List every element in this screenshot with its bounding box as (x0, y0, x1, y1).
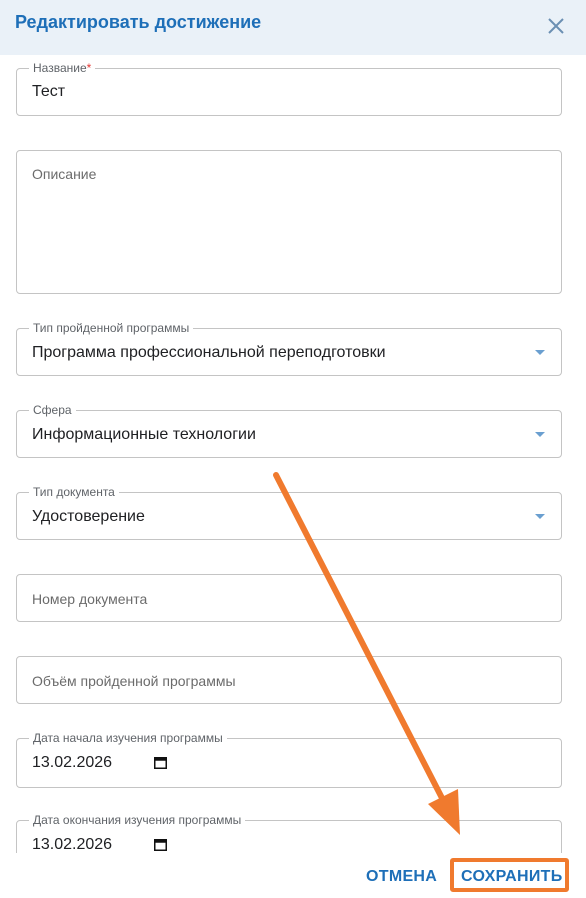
sphere-label: Сфера (29, 403, 76, 417)
sphere-value: Информационные технологии (32, 426, 256, 443)
description-placeholder: Описание (32, 166, 97, 182)
calendar-icon[interactable] (154, 756, 167, 769)
dialog-header: Редактировать достижение (0, 0, 586, 55)
cancel-button[interactable]: ОТМЕНА (366, 868, 437, 886)
program-type-select[interactable]: Тип пройденной программы Программа профе… (16, 321, 562, 376)
name-value[interactable]: Тест (32, 83, 65, 101)
document-type-select[interactable]: Тип документа Удостоверение (16, 485, 562, 540)
end-date-field[interactable]: Дата окончания изучения программы 13.02.… (16, 813, 562, 853)
program-volume-placeholder: Объём пройденной программы (32, 673, 236, 689)
end-date-value[interactable]: 13.02.2026 (32, 836, 112, 853)
description-field[interactable]: Описание (16, 150, 562, 294)
calendar-icon[interactable] (154, 838, 167, 851)
start-date-label: Дата начала изучения программы (29, 731, 227, 745)
program-type-label: Тип пройденной программы (29, 321, 194, 335)
edit-achievement-dialog: Редактировать достижение Название* Тест … (0, 0, 586, 898)
document-type-label: Тип документа (29, 485, 119, 499)
document-number-field[interactable]: Номер документа (16, 574, 562, 622)
sphere-select[interactable]: Сфера Информационные технологии (16, 403, 562, 458)
program-type-value: Программа профессиональной переподготовк… (32, 344, 386, 361)
end-date-label: Дата окончания изучения программы (29, 813, 246, 827)
document-number-placeholder: Номер документа (32, 591, 148, 607)
name-field[interactable]: Название* Тест (16, 61, 562, 116)
chevron-down-icon[interactable] (535, 432, 545, 437)
chevron-down-icon[interactable] (535, 514, 545, 519)
name-label: Название* (29, 61, 96, 75)
start-date-field[interactable]: Дата начала изучения программы 13.02.202… (16, 731, 562, 788)
dialog-content: Название* Тест Описание Тип пройденной п… (0, 55, 586, 853)
document-type-value: Удостоверение (32, 508, 145, 525)
start-date-value[interactable]: 13.02.2026 (32, 754, 112, 772)
chevron-down-icon[interactable] (535, 350, 545, 355)
close-icon[interactable] (544, 14, 568, 38)
program-volume-field[interactable]: Объём пройденной программы (16, 656, 562, 704)
dialog-title: Редактировать достижение (15, 12, 262, 32)
save-button[interactable]: СОХРАНИТЬ (461, 868, 563, 886)
